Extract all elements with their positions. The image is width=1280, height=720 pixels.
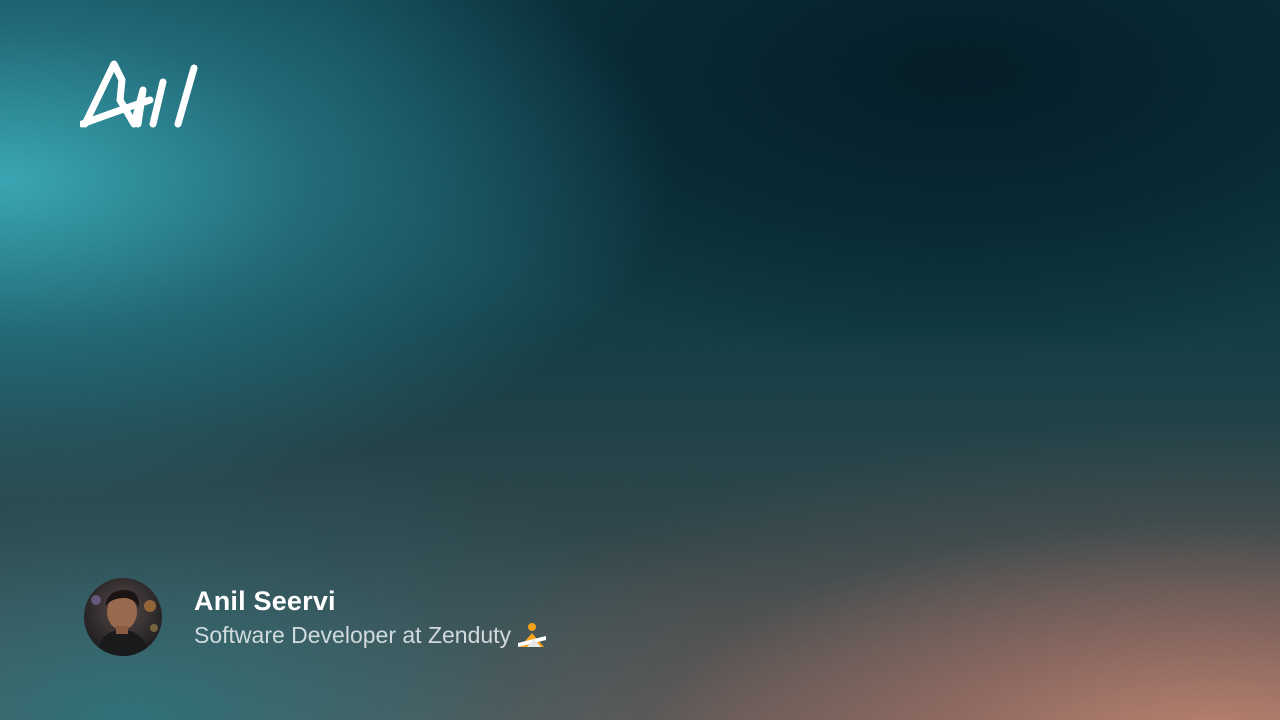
zenduty-logo-icon (518, 622, 547, 647)
author-role: Software Developer at Zenduty (194, 621, 512, 648)
author-name: Anil Seervi (194, 585, 336, 616)
signature-logo-icon[interactable] (80, 60, 200, 130)
person-photo-avatar (84, 578, 162, 656)
role-line: Software Developer at Zenduty (194, 620, 547, 650)
avatar[interactable] (84, 578, 162, 656)
author-card: Anil Seervi Software Developer at Zendut… (84, 578, 547, 656)
